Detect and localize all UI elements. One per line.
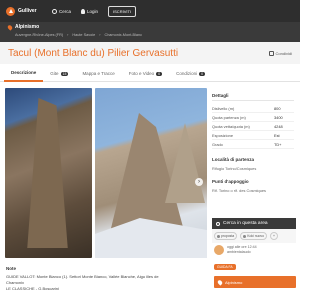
detail-value: Est [274,132,280,138]
trip-meta: oggi alle ore 12:44 ambientalaudo [227,245,257,255]
breadcrumb-section[interactable]: Alpinismo [15,24,39,30]
filter-label: Koki nuovo [247,234,264,238]
breadcrumb-separator: › [67,33,69,37]
nearby-filters: proposta Koki nuovo + [212,229,296,243]
breadcrumb: Alpinismo Auvergne-Rhône-Alpes (FR) › Ha… [0,22,300,42]
notes-line: LE CLASSICHE - G.Boscarini [6,286,59,291]
rock-face [27,98,68,248]
detail-label: Quota vetta/quota (m) [212,123,250,129]
tab-description[interactable]: Descrizione [4,65,44,82]
detail-row: Esposizione Est [212,131,294,140]
app-name: Gulliver [18,8,37,14]
details-panel: Dettagli Dislivello (m) 800 Quota parten… [212,93,294,193]
tab-bar: Descrizione Gite 15 Mappa e Tracce Foto … [0,65,300,82]
tab-photos[interactable]: Foto e Video 0 [122,66,169,82]
nearby-search-title: Cerca in questa area [223,221,268,226]
page-title: Tacul (Mont Blanc du) Pilier Gervasutti [8,47,179,59]
chevron-right-icon[interactable]: › [195,178,203,186]
badge-label: GUIDA FA [217,265,233,269]
login-label: Login [87,8,99,14]
glacier [95,218,207,258]
filter-chip[interactable]: proposta [214,232,238,240]
share-button[interactable]: Condividi [268,50,292,56]
detail-value: 4248 [274,123,283,129]
filter-label: + [272,234,275,238]
tab-count-badge: 0 [199,71,206,76]
tab-label: Foto e Video [128,71,155,76]
filter-chip[interactable]: + [269,232,278,240]
share-label: Condividi [275,50,292,56]
search-icon [216,221,220,226]
start-location-value: Rifugio Torino/Cosmiques [212,166,257,171]
logo-mountain-icon [6,6,15,16]
recent-trip-card[interactable]: oggi alle ore 12:44 ambientalaudo GUIDA … [214,245,296,288]
avatar [214,245,224,255]
search-label: Cerca [59,8,72,14]
detail-label: Grado [212,141,223,147]
tab-count-badge: 0 [156,71,163,76]
tab-trips[interactable]: Gite 15 [43,66,75,82]
tab-map[interactable]: Mappa e Tracce [75,66,121,82]
trip-username[interactable]: ambientalaudo [227,250,257,255]
search-icon [52,8,57,14]
details-title: Dettagli [212,93,294,101]
tab-label: Condizioni [176,71,198,76]
title-bar: Tacul (Mont Blanc du) Pilier Gervasutti … [0,42,300,64]
tab-label: Gite [50,71,59,76]
tab-conditions[interactable]: Condizioni 0 [169,66,212,82]
detail-label: Esposizione [212,132,233,138]
support-points-value: Rif. Torino o rif. des Cosmiques [212,188,266,193]
breadcrumb-region[interactable]: Auvergne-Rhône-Alpes (FR) [15,33,63,37]
tab-count-badge: 15 [60,71,69,76]
detail-row: Quota vetta/quota (m) 4248 [212,122,294,131]
detail-row: Grado TD+ [212,140,294,149]
nearby-search-header[interactable]: Cerca in questa area [212,218,296,229]
top-bar: Gulliver Cerca Login ISCRIVITI [0,0,300,22]
tab-label: Mappa e Tracce [82,71,115,76]
login-link[interactable]: Login [81,8,99,14]
location-pin-icon [6,23,14,31]
start-location-title: Località di partenza [212,157,255,162]
notes-section: Note GUIDE VALLOT: Monte Bianco (1). Set… [6,266,206,292]
filter-icon [217,234,220,238]
top-nav: Cerca Login ISCRIVITI [52,5,137,17]
detail-label: Quota partenza (m) [212,114,246,120]
breadcrumb-area[interactable]: Haute Savoie [72,33,95,37]
detail-value: TD+ [274,141,282,147]
route-photo-1[interactable] [5,88,92,258]
detail-row: Quota partenza (m) 3400 [212,113,294,122]
detail-row: Dislivello (m) 800 [212,104,294,113]
detail-label: Dislivello (m) [212,105,235,111]
filter-icon [243,234,247,238]
notes-title: Note [6,266,16,271]
filter-chip[interactable]: Koki nuovo [240,232,267,240]
signup-button[interactable]: ISCRIVITI [108,5,137,17]
share-icon [268,50,274,56]
app-logo[interactable]: Gulliver [6,6,44,16]
route-photo-2[interactable]: › [95,88,207,258]
detail-value: 3400 [274,114,283,120]
breadcrumb-locality[interactable]: Chamonix-Mont-Blanc [104,33,142,37]
trip-route-strip[interactable]: Alpinismo [214,276,296,288]
tab-label: Descrizione [11,70,37,75]
filter-label: proposta [221,234,235,238]
rock-spire [165,123,205,203]
trip-author: oggi alle ore 12:44 ambientalaudo [214,245,296,255]
support-points-title: Punti d'appoggio [212,179,249,184]
breadcrumb-separator: › [99,33,101,37]
search-link[interactable]: Cerca [52,8,72,14]
location-pin-icon [216,278,224,286]
user-icon [81,8,86,14]
user-badge: GUIDA FA [214,264,236,270]
nearby-search: Cerca in questa area proposta Koki nuovo… [212,218,296,243]
trip-activity: Alpinismo [225,279,243,285]
detail-value: 800 [274,105,281,111]
